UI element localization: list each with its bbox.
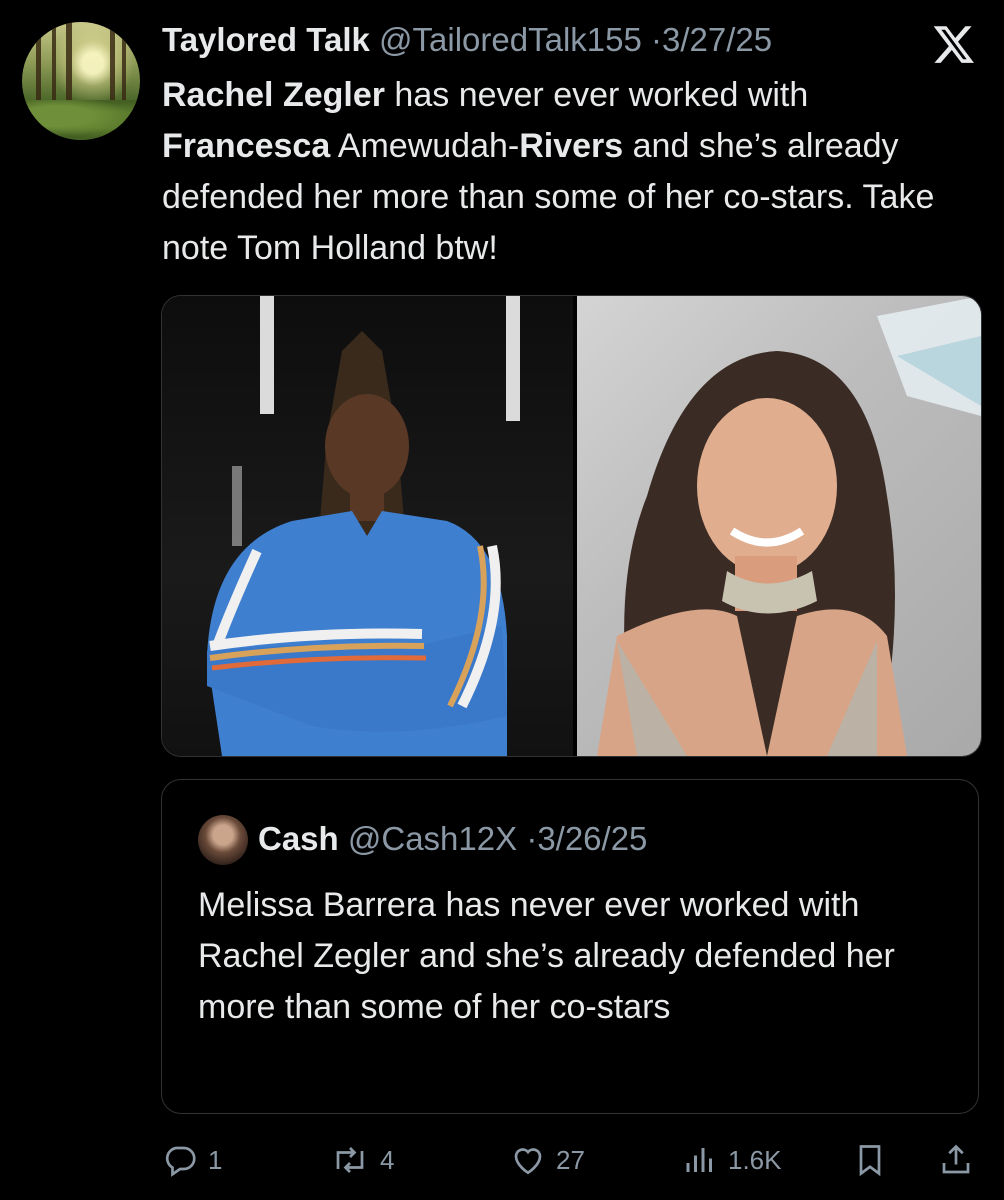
author-avatar[interactable] [22,22,140,140]
author-name[interactable]: Taylored Talk [162,21,370,58]
separator-dot: · [651,21,663,58]
reply-icon [165,1146,196,1177]
quoted-author-name[interactable]: Cash [258,820,339,857]
tweet-media [161,295,982,757]
repost-icon [336,1147,364,1173]
quoted-tweet[interactable]: Cash @Cash12X ·3/26/25 Melissa Barrera h… [161,779,979,1114]
repost-count: 4 [380,1144,395,1175]
share-button[interactable] [938,1138,974,1182]
separator-dot: · [526,820,538,857]
action-bar: 1 4 27 1.6K [162,1138,984,1182]
author-handle[interactable]: @TailoredTalk155 [379,21,642,58]
reply-count: 1 [208,1144,223,1175]
bookmark-icon [859,1145,881,1177]
media-photo-right[interactable] [577,296,981,756]
repost-button[interactable]: 4 [330,1138,394,1182]
quoted-author-handle[interactable]: @Cash12X [348,820,517,857]
quoted-author-avatar[interactable] [198,815,248,865]
tweet-text: Rachel Zegler has never ever worked with… [162,70,977,274]
views-count: 1.6K [728,1144,782,1175]
heart-icon [514,1148,542,1175]
tweet-text-segment: Amewudah- [330,127,520,165]
quoted-tweet-header: Cash @Cash12X ·3/26/25 [258,816,647,862]
views-icon [686,1148,712,1172]
tweet-text-segment: Rachel Zegler [162,76,385,114]
tweet-text-segment: Rivers [519,127,624,165]
share-icon [942,1144,970,1174]
quoted-tweet-text: Melissa Barrera has never ever worked wi… [198,886,895,1026]
views-button[interactable]: 1.6K [682,1138,782,1182]
x-logo-icon[interactable] [932,22,976,66]
like-count: 27 [556,1144,585,1175]
tweet-text-segment: has never ever worked with [384,76,809,114]
tweet-date[interactable]: 3/27/25 [662,21,772,58]
like-button[interactable]: 27 [510,1138,585,1182]
tweet-text-segment: Francesca [162,127,331,165]
bookmark-button[interactable] [852,1138,888,1182]
media-photo-left[interactable] [162,296,573,756]
reply-button[interactable]: 1 [162,1138,222,1182]
quoted-tweet-date[interactable]: 3/26/25 [537,820,647,857]
tweet-header: Taylored Talk @TailoredTalk155 ·3/27/25 [162,18,914,62]
